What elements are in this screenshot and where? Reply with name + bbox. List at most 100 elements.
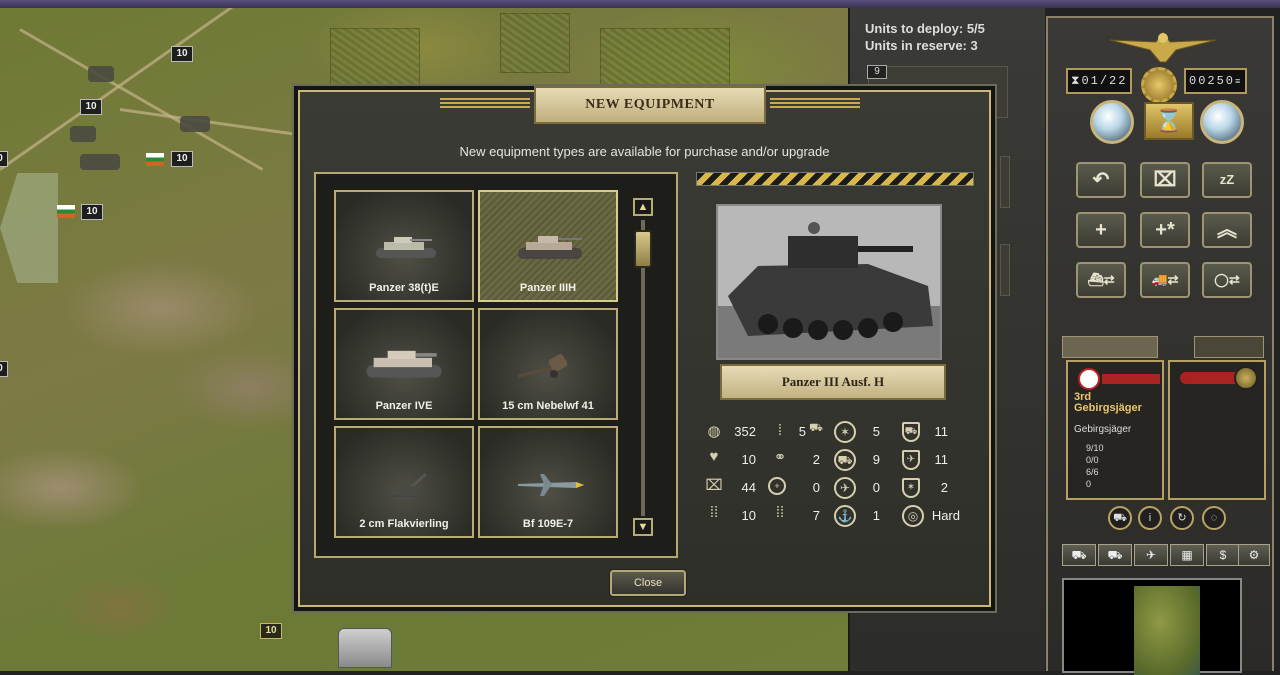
equipment-item[interactable]: Panzer 38(t)E — [334, 190, 474, 302]
title-wing-right-icon — [770, 98, 860, 110]
resupply-button[interactable]: + — [1076, 212, 1126, 248]
unit-card-empty[interactable] — [1168, 360, 1266, 500]
minimap[interactable] — [1062, 578, 1242, 675]
map-road — [19, 28, 264, 171]
scroll-thumb[interactable] — [634, 230, 652, 268]
equipment-item[interactable]: 2 cm Flakvierling — [334, 426, 474, 538]
equipment-scrollbar[interactable]: ▲ ▼ — [631, 198, 657, 538]
undo-button[interactable]: ↶ — [1076, 162, 1126, 198]
info-icon[interactable]: i — [1138, 506, 1162, 530]
stat-move-type: 7 — [812, 508, 820, 523]
flak-gun-icon — [390, 472, 428, 497]
eagle-emblem-icon — [1109, 31, 1217, 63]
prestige-shop-button[interactable]: $ — [1206, 544, 1240, 566]
scroll-down-arrow-icon[interactable]: ▼ — [633, 518, 653, 536]
stat-ground-defense: 11 — [934, 424, 949, 439]
scroll-up-arrow-icon[interactable]: ▲ — [633, 198, 653, 216]
rotate-icon[interactable]: ↻ — [1170, 506, 1194, 530]
stat-fuel: 10 — [741, 508, 756, 523]
stat-air-attack: 9 — [872, 452, 880, 467]
equipment-item[interactable]: Bf 109E-7 — [478, 426, 618, 538]
command-panel: ⧗01/22 00250≡ ⌛ ↶ ⌧ zZ + +* ︽ ⛴⇄ 🚚⇄ ◯⇄ 3… — [1046, 16, 1274, 675]
equipment-name: Bf 109E-7 — [522, 518, 574, 530]
edge-badge: 0 — [0, 361, 8, 377]
tab-other[interactable] — [1194, 336, 1264, 358]
map-road — [119, 108, 319, 139]
filter-vehicle-button[interactable]: ⛟ — [1098, 544, 1132, 566]
unit-strength: 9/10 — [1086, 443, 1104, 453]
deploy-slot[interactable] — [1000, 156, 1010, 208]
end-turn-hourglass-button[interactable]: ⌛ — [1144, 102, 1194, 140]
aa-gun-unit[interactable] — [80, 154, 120, 170]
equipment-item-selected[interactable]: Panzer IIIH — [478, 190, 618, 302]
artillery-unit[interactable] — [88, 66, 114, 82]
disband-button[interactable]: ⌧ — [1140, 162, 1190, 198]
tank-icon — [518, 236, 582, 259]
elite-reinforce-button[interactable]: +* — [1140, 212, 1190, 248]
stat-ammo: 44 — [741, 480, 756, 495]
stat-movement: 5 — [798, 424, 806, 439]
weather-orb-left-icon — [1090, 100, 1134, 144]
bulgaria-flag-icon — [57, 205, 75, 218]
fighter-plane-icon — [518, 474, 584, 496]
equipment-list: Panzer 38(t)E Panzer IIIH Panzer IVE 15 … — [314, 172, 678, 558]
stat-close-defense: 0 — [872, 480, 880, 495]
sleep-button[interactable]: zZ — [1202, 162, 1252, 198]
equipment-name: 2 cm Flakvierling — [359, 518, 449, 530]
minimap-land — [1134, 586, 1200, 675]
deploy-slot[interactable] — [1000, 244, 1010, 296]
stat-hard-attack: 1 — [872, 508, 880, 523]
settings-gear-button[interactable]: ⚙ — [1238, 544, 1270, 566]
stat-air-defense: 11 — [934, 452, 949, 467]
unit-name: 3rd Gebirgsjäger — [1074, 391, 1142, 414]
equipment-item[interactable]: 15 cm Nebelwf 41 — [478, 308, 618, 420]
unit-card[interactable]: 3rd Gebirgsjäger Gebirgsjäger 9/10 0/0 6… — [1066, 360, 1164, 500]
upgrade-button[interactable]: ︽ — [1202, 212, 1252, 248]
tank-small-icon: ⛟ — [809, 422, 823, 434]
tank-photo-icon — [718, 206, 940, 358]
grid-toggle-button[interactable]: ▦ — [1170, 544, 1204, 566]
stat-range: 0 — [812, 480, 820, 495]
map-field — [500, 13, 570, 73]
iron-cross-icon — [1078, 368, 1100, 390]
chat-icon[interactable]: ◌ — [1202, 506, 1226, 530]
tab-soldiers-icon[interactable] — [1062, 336, 1158, 358]
unit-strength-badge: 10 — [171, 151, 193, 167]
tank-icon — [376, 237, 436, 258]
filter-tank-button[interactable]: ⛟ — [1062, 544, 1096, 566]
unit-experience-bar — [1102, 374, 1160, 384]
unit-strength-badge: 10 — [260, 623, 282, 639]
embark-ship-button[interactable]: ⛴⇄ — [1076, 262, 1126, 298]
truck-unit[interactable] — [180, 116, 210, 132]
gear-icon[interactable] — [1141, 67, 1177, 103]
weather-orb-right-icon — [1200, 100, 1244, 144]
equipment-name: 15 cm Nebelwf 41 — [502, 400, 594, 412]
unit-ammo: 6/6 — [1086, 467, 1099, 477]
slot-number: 9 — [867, 65, 887, 79]
hazard-stripe — [696, 172, 974, 186]
tank-info-icon[interactable]: ⛟ — [1108, 506, 1132, 530]
swap-button[interactable]: ◯⇄ — [1202, 262, 1252, 298]
unit-type: Gebirgsjäger — [1074, 424, 1132, 435]
selected-hex[interactable] — [0, 173, 58, 283]
units-in-reserve: Units in reserve: 3 — [865, 38, 978, 53]
prestige-icon: ≡ — [1235, 77, 1243, 87]
unit-entrenchment: 0/0 — [1086, 455, 1099, 465]
close-button[interactable]: Close — [609, 569, 687, 597]
unit-photo — [716, 204, 942, 360]
edge-badge: 0 — [0, 151, 8, 167]
units-to-deploy: Units to deploy: 5/5 — [865, 21, 985, 36]
unit-experience-bar — [1180, 372, 1242, 384]
equipment-item[interactable]: Panzer IVE — [334, 308, 474, 420]
transport-button[interactable]: 🚚⇄ — [1140, 262, 1190, 298]
rocket-launcher-icon — [517, 354, 568, 378]
stat-soft-attack: 5 — [872, 424, 880, 439]
stat-strength: 10 — [741, 452, 756, 467]
filter-air-button[interactable]: ✈ — [1134, 544, 1168, 566]
equipment-name: Panzer IIIH — [519, 282, 577, 294]
fighter-unit[interactable] — [70, 126, 96, 142]
bunker-icon — [338, 628, 392, 668]
unit-medal-icon — [1234, 366, 1258, 390]
dialog-title: NEW EQUIPMENT — [534, 86, 766, 124]
equipment-name: Panzer IVE — [375, 400, 433, 412]
